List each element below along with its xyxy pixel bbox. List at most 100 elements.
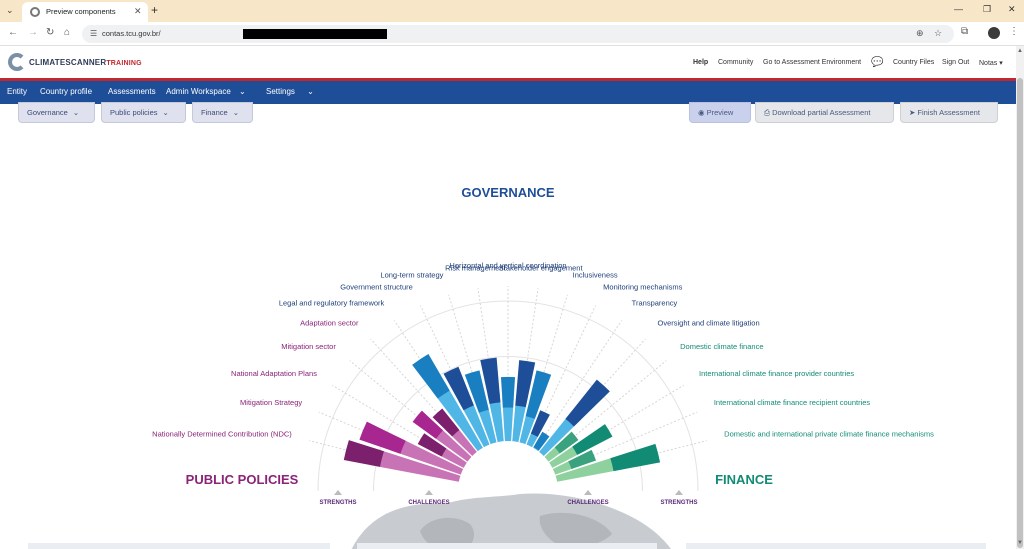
- chart-category-label: Government structure: [340, 282, 413, 291]
- bookmark-star-icon[interactable]: ☆: [934, 28, 942, 39]
- nav-settings[interactable]: Settings ⌄: [266, 87, 314, 96]
- finance-dropdown[interactable]: Finance ⌄: [192, 102, 253, 123]
- scroll-down-icon[interactable]: ▼: [1017, 540, 1023, 546]
- app-logo[interactable]: CLIMATESCANNERTRAINING: [29, 58, 142, 67]
- new-tab-icon[interactable]: +: [151, 3, 158, 17]
- chart-category-label: Oversight and climate litigation: [658, 319, 760, 328]
- chart-category-label: International climate finance provider c…: [699, 369, 854, 378]
- browser-menu-icon[interactable]: ⋮: [1009, 26, 1019, 37]
- scroll-thumb[interactable]: [1017, 78, 1023, 548]
- nav-assessments[interactable]: Assessments: [108, 87, 156, 96]
- scale-marker-icon: [425, 490, 433, 495]
- chart-bar-strength: [565, 379, 610, 427]
- public-policies-dropdown-label: Public policies: [110, 108, 158, 117]
- chart-category-label: Domestic climate finance: [680, 342, 763, 351]
- reload-icon[interactable]: ↻: [46, 27, 54, 38]
- main-nav: Entity Country profile Assessments Admin…: [0, 81, 1016, 104]
- minimize-icon[interactable]: —: [954, 4, 963, 14]
- finish-assessment-button[interactable]: ➤ Finish Assessment: [900, 102, 998, 123]
- download-icon: ⎙: [764, 108, 770, 117]
- scale-marker-icon: [584, 490, 592, 495]
- preview-label: Preview: [706, 108, 734, 117]
- chart-category-label: Adaptation sector: [300, 319, 359, 328]
- chevron-down-icon: ⌄: [307, 87, 314, 96]
- climatescanner-logo-icon: [8, 53, 26, 71]
- chart-category-label: Monitoring mechanisms: [603, 282, 682, 291]
- chart-category-label: International climate finance recipient …: [714, 398, 871, 407]
- chart-section-title: FINANCE: [715, 472, 773, 487]
- governance-dropdown[interactable]: Governance ⌄: [18, 102, 95, 123]
- tab-title: Preview components: [46, 7, 116, 16]
- favicon-icon: [30, 7, 40, 17]
- tab-search-icon[interactable]: ⌄: [6, 5, 14, 16]
- chart-category-label: Mitigation Strategy: [240, 398, 302, 407]
- chart-category-label: Nationally Determined Contribution (NDC): [152, 429, 292, 438]
- chart-scale-label: CHALLENGES: [567, 500, 608, 506]
- nav-admin-workspace-label: Admin Workspace: [166, 87, 231, 96]
- chart-category-label: Inclusiveness: [573, 271, 618, 280]
- chart-category-label: Stakeholder engagement: [499, 263, 584, 272]
- bottom-card: [357, 543, 657, 549]
- forward-icon[interactable]: →: [28, 27, 38, 38]
- app-header: CLIMATESCANNERTRAINING Help Community Go…: [0, 46, 1016, 78]
- logo-sub-text: TRAINING: [106, 60, 142, 67]
- bottom-card: [28, 543, 330, 549]
- bottom-card: [686, 543, 986, 549]
- chevron-down-icon: ⌄: [72, 108, 80, 117]
- chat-icon[interactable]: 💬: [871, 57, 883, 68]
- download-label: Download partial Assessment: [772, 108, 871, 117]
- profile-avatar[interactable]: [988, 27, 1000, 39]
- chart-bar-strength: [500, 376, 516, 408]
- logo-main-text: CLIMATESCANNER: [29, 58, 107, 67]
- world-map-shape: [351, 493, 671, 549]
- country-files-link[interactable]: Country Files: [893, 59, 934, 66]
- notas-menu[interactable]: Notas ▾: [979, 59, 1003, 67]
- community-link[interactable]: Community: [718, 59, 753, 66]
- browser-toolbar: ← → ↻ ⌂ ☰ contas.tcu.gov.br/ ⊕ ☆ ⧉ ⋮: [0, 22, 1024, 46]
- notas-label: Notas: [979, 60, 998, 67]
- browser-tab-bar: ⌄ Preview components ✕ + — ❐ ✕: [0, 0, 1024, 22]
- nav-country-profile[interactable]: Country profile: [40, 87, 92, 96]
- chart-guide-line: [540, 320, 623, 442]
- chevron-down-icon: ⌄: [232, 108, 239, 117]
- finish-label: Finish Assessment: [917, 108, 980, 117]
- chevron-down-icon: ⌄: [239, 87, 246, 96]
- preview-button[interactable]: ◉ Preview: [689, 102, 751, 123]
- site-info-icon[interactable]: ☰: [90, 29, 97, 38]
- chart-category-label: Long-term strategy: [380, 271, 443, 280]
- chart-category-label: Domestic and international private clima…: [724, 429, 934, 438]
- nav-settings-label: Settings: [266, 87, 295, 96]
- restore-icon[interactable]: ❐: [983, 4, 991, 15]
- chart-scale-label: CHALLENGES: [408, 500, 449, 506]
- download-partial-button[interactable]: ⎙ Download partial Assessment: [755, 102, 894, 123]
- address-bar[interactable]: ☰ contas.tcu.gov.br/ ⊕ ☆: [82, 25, 954, 43]
- send-icon: ➤: [909, 108, 916, 117]
- go-to-assessment-link[interactable]: Go to Assessment Environment: [763, 59, 861, 66]
- scroll-up-icon[interactable]: ▲: [1017, 48, 1023, 54]
- nav-entity[interactable]: Entity: [7, 87, 27, 96]
- chart-section-title: GOVERNANCE: [461, 185, 555, 200]
- chart-section-title: PUBLIC POLICIES: [186, 472, 299, 487]
- url-text: contas.tcu.gov.br/: [102, 29, 161, 38]
- nav-admin-workspace[interactable]: Admin Workspace ⌄: [166, 87, 246, 96]
- sign-out-link[interactable]: Sign Out: [942, 59, 969, 66]
- browser-tab[interactable]: Preview components ✕: [22, 2, 148, 22]
- chart-category-label: Transparency: [632, 298, 678, 307]
- eye-icon: ◉: [698, 108, 705, 117]
- close-window-icon[interactable]: ✕: [1008, 4, 1016, 15]
- chart-category-label: Mitigation sector: [281, 342, 336, 351]
- chart-scale-label: STRENGTHS: [660, 500, 697, 506]
- back-icon[interactable]: ←: [8, 27, 18, 38]
- help-link[interactable]: Help: [693, 59, 708, 66]
- scale-marker-icon: [334, 490, 342, 495]
- tab-close-icon[interactable]: ✕: [134, 6, 142, 17]
- page-scrollbar[interactable]: ▲ ▼: [1016, 46, 1024, 549]
- chart-category-label: Legal and regulatory framework: [279, 298, 385, 307]
- extensions-icon[interactable]: ⧉: [961, 26, 968, 37]
- scale-marker-icon: [675, 490, 683, 495]
- public-policies-dropdown[interactable]: Public policies ⌄: [101, 102, 186, 123]
- governance-dropdown-label: Governance: [27, 108, 68, 117]
- home-icon[interactable]: ⌂: [64, 27, 70, 38]
- chart-bar-strength: [572, 424, 613, 455]
- zoom-icon[interactable]: ⊕: [916, 28, 924, 39]
